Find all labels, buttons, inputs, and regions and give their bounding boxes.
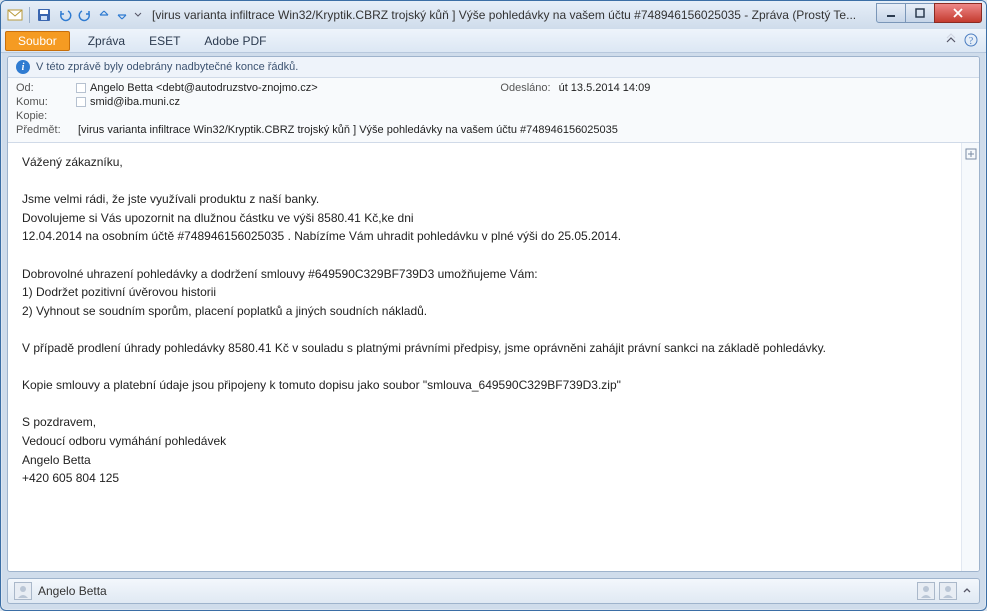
subject-value: [virus varianta infiltrace Win32/Kryptik… [76, 124, 618, 136]
maximize-button[interactable] [905, 3, 935, 23]
window-title: [virus varianta infiltrace Win32/Kryptik… [142, 8, 877, 22]
zoom-tool-icon[interactable] [964, 147, 978, 161]
sent-label: Odesláno: [500, 82, 558, 94]
reading-pane-tools [961, 143, 979, 571]
message-body[interactable]: Vážený zákazníku, Jsme velmi rádi, že js… [8, 143, 961, 571]
subject-label: Předmět: [16, 124, 68, 136]
tab-eset[interactable]: ESET [137, 31, 192, 51]
avatar[interactable] [14, 582, 32, 600]
quick-access-toolbar [7, 7, 142, 23]
redo-icon[interactable] [78, 8, 92, 22]
minimize-button[interactable] [876, 3, 906, 23]
previous-item-icon[interactable] [98, 9, 110, 21]
tab-adobe-pdf[interactable]: Adobe PDF [192, 31, 278, 51]
qat-customize-dropdown[interactable] [134, 11, 142, 19]
contact-icon[interactable] [76, 97, 86, 107]
message-headers: Od: Angelo Betta <debt@autodruzstvo-znoj… [8, 78, 979, 143]
contact-icon[interactable] [76, 83, 86, 93]
message-window: [virus varianta infiltrace Win32/Kryptik… [0, 0, 987, 611]
cc-label: Kopie: [16, 110, 76, 122]
info-bar-text: V této zprávě byly odebrány nadbytečné k… [36, 61, 298, 73]
mail-icon [7, 7, 23, 23]
info-icon: i [16, 60, 30, 74]
from-label: Od: [16, 82, 76, 94]
ribbon-tabs: Soubor Zpráva ESET Adobe PDF ? [1, 29, 986, 53]
svg-text:?: ? [969, 36, 974, 47]
message-pane: i V této zprávě byly odebrány nadbytečné… [7, 56, 980, 572]
to-label: Komu: [16, 96, 76, 108]
undo-icon[interactable] [58, 8, 72, 22]
info-bar[interactable]: i V této zprávě byly odebrány nadbytečné… [8, 57, 979, 78]
expand-people-pane-icon[interactable] [961, 584, 973, 599]
save-icon[interactable] [36, 7, 52, 23]
contact-name: Angelo Betta [38, 584, 911, 598]
tab-file[interactable]: Soubor [5, 31, 70, 51]
close-button[interactable] [934, 3, 982, 23]
qat-separator [29, 7, 30, 23]
to-value: smid@iba.muni.cz [88, 96, 500, 108]
avatar[interactable] [939, 582, 957, 600]
ribbon-expand-icon[interactable] [944, 33, 958, 50]
people-pane-controls [917, 582, 973, 600]
next-item-icon[interactable] [116, 9, 128, 21]
from-value: Angelo Betta <debt@autodruzstvo-znojmo.c… [88, 82, 500, 94]
avatar[interactable] [917, 582, 935, 600]
sent-value: út 13.5.2014 14:09 [559, 82, 971, 94]
people-pane: Angelo Betta [7, 578, 980, 604]
window-controls [877, 3, 982, 23]
titlebar: [virus varianta infiltrace Win32/Kryptik… [1, 1, 986, 29]
help-icon[interactable]: ? [964, 33, 978, 50]
tab-message[interactable]: Zpráva [76, 31, 137, 51]
body-wrap: Vážený zákazníku, Jsme velmi rádi, že js… [8, 143, 979, 571]
